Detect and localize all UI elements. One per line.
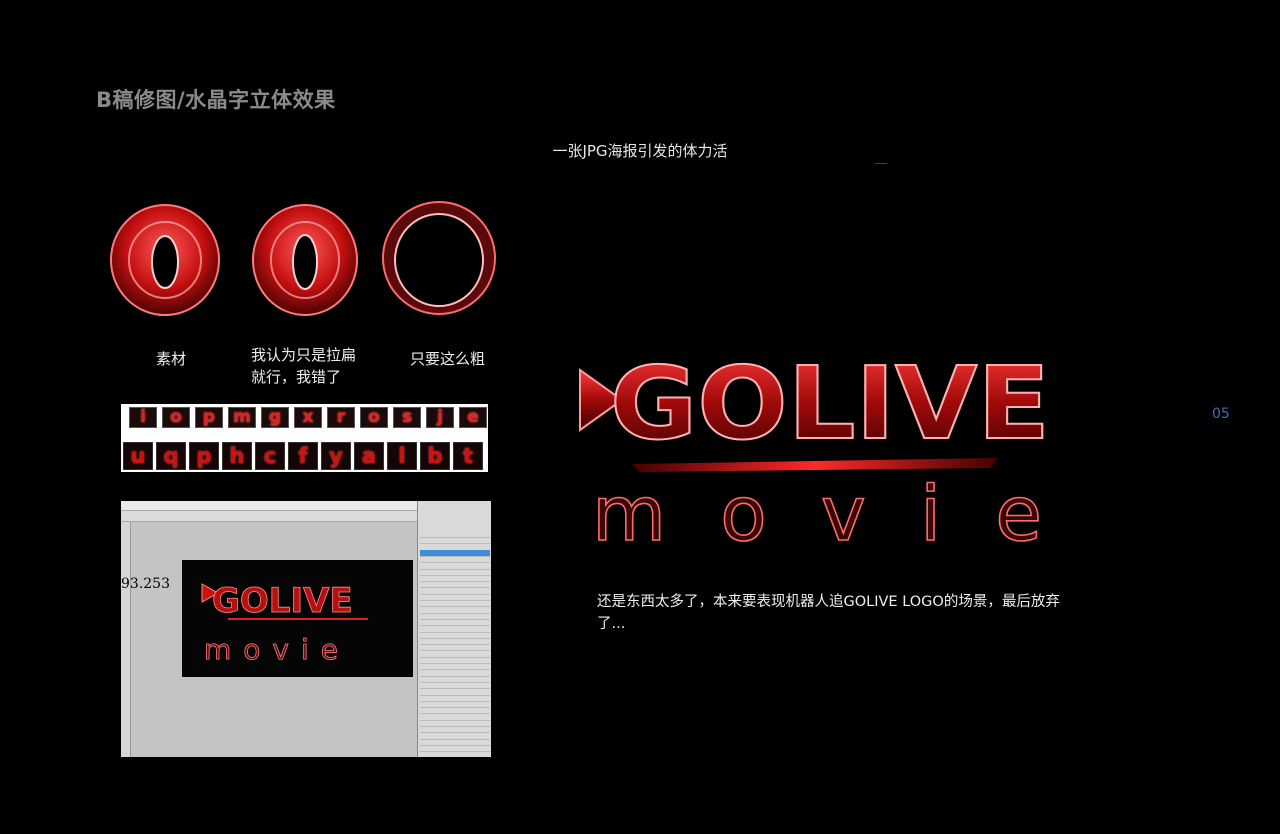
- glyph-letter: y: [329, 444, 343, 468]
- glyph-tile: g: [261, 407, 289, 428]
- glyph-tile: u: [123, 442, 153, 470]
- subtitle-divider: [875, 163, 887, 164]
- photoshop-screenshot: GOLIVE movie: [121, 501, 491, 757]
- glyph-tile: o: [162, 407, 190, 428]
- closing-note: 还是东西太多了，本来要表现机器人追GOLIVE LOGO的场景，最后放弃了...: [597, 594, 1060, 632]
- glyph-tile: i: [129, 407, 157, 428]
- glyph-tile: a: [354, 442, 384, 470]
- glyph-tile: j: [426, 407, 454, 428]
- glyph-tile: l: [387, 442, 417, 470]
- glyph-letter: r: [336, 407, 346, 427]
- glyph-letter: b: [427, 444, 443, 468]
- page-title: B稿修图/水晶字立体效果: [96, 88, 336, 112]
- glyph-tile: q: [156, 442, 186, 470]
- sample-o-thin: [382, 201, 496, 315]
- glyph-tile: m: [228, 407, 256, 428]
- glyph-letter: p: [202, 407, 216, 427]
- glyph-letter: o: [170, 407, 182, 427]
- ps-logo-bottom: movie: [204, 633, 350, 666]
- glyph-letter: g: [268, 407, 282, 427]
- glyph-tile: x: [294, 407, 322, 428]
- sample-caption-2: 我认为只是拉扁 就行，我错了: [251, 346, 357, 386]
- glyph-tile: e: [459, 407, 487, 428]
- coordinate-readout: 93.253: [121, 576, 170, 592]
- glyph-letter: j: [437, 407, 443, 427]
- glyph-letter: o: [368, 407, 380, 427]
- ps-canvas-logo: GOLIVE movie: [201, 581, 368, 666]
- glyph-strip: iopmgxrosje uqphcfyalbt: [121, 404, 488, 472]
- glyph-letter: t: [462, 444, 474, 468]
- glyph-tile: c: [255, 442, 285, 470]
- glyph-letter: h: [229, 444, 245, 468]
- glyph-letter: u: [130, 444, 146, 468]
- glyph-tile: p: [189, 442, 219, 470]
- glyph-letter: q: [163, 444, 179, 468]
- crystal-o-samples: [110, 201, 496, 316]
- main-logo-top: GOLIVE: [610, 345, 1050, 462]
- main-logo-bottom: movie: [592, 469, 1042, 558]
- glyph-letter: l: [398, 444, 406, 468]
- sample-caption-3: 只要这么粗: [410, 350, 486, 368]
- glyph-tile: s: [393, 407, 421, 428]
- ps-logo-top: GOLIVE: [212, 581, 353, 621]
- ps-canvas: GOLIVE movie: [182, 560, 413, 677]
- ps-options-bar: [121, 511, 417, 522]
- glyph-tile: y: [321, 442, 351, 470]
- ps-layer-row[interactable]: [420, 752, 490, 758]
- glyph-tile: p: [195, 407, 223, 428]
- glyph-letter: x: [302, 407, 314, 427]
- glyph-letter: i: [140, 407, 146, 427]
- ps-toolbox: [121, 522, 131, 757]
- glyph-tile: r: [327, 407, 355, 428]
- glyph-tile: h: [222, 442, 252, 470]
- ps-layers-panel: [417, 501, 491, 757]
- page-subtitle: 一张JPG海报引发的体力活: [552, 142, 728, 160]
- glyph-tile: f: [288, 442, 318, 470]
- page-number: 05: [1212, 406, 1230, 422]
- glyph-letter: c: [263, 444, 277, 468]
- glyph-letter: f: [298, 444, 308, 468]
- glyph-letter: s: [401, 407, 413, 427]
- golive-movie-logo: GOLIVE movie: [579, 344, 1051, 559]
- glyph-tile: b: [420, 442, 450, 470]
- glyph-letter: e: [467, 407, 479, 427]
- sample-caption-1: 素材: [156, 350, 187, 368]
- glyph-tile: t: [453, 442, 483, 470]
- sample-o-flattened: [252, 204, 358, 316]
- sample-o-thick: [110, 204, 220, 316]
- glyph-tile: o: [360, 407, 388, 428]
- glyph-letter: a: [361, 444, 377, 468]
- glyph-letter: p: [196, 444, 212, 468]
- glyph-letter: m: [233, 407, 251, 427]
